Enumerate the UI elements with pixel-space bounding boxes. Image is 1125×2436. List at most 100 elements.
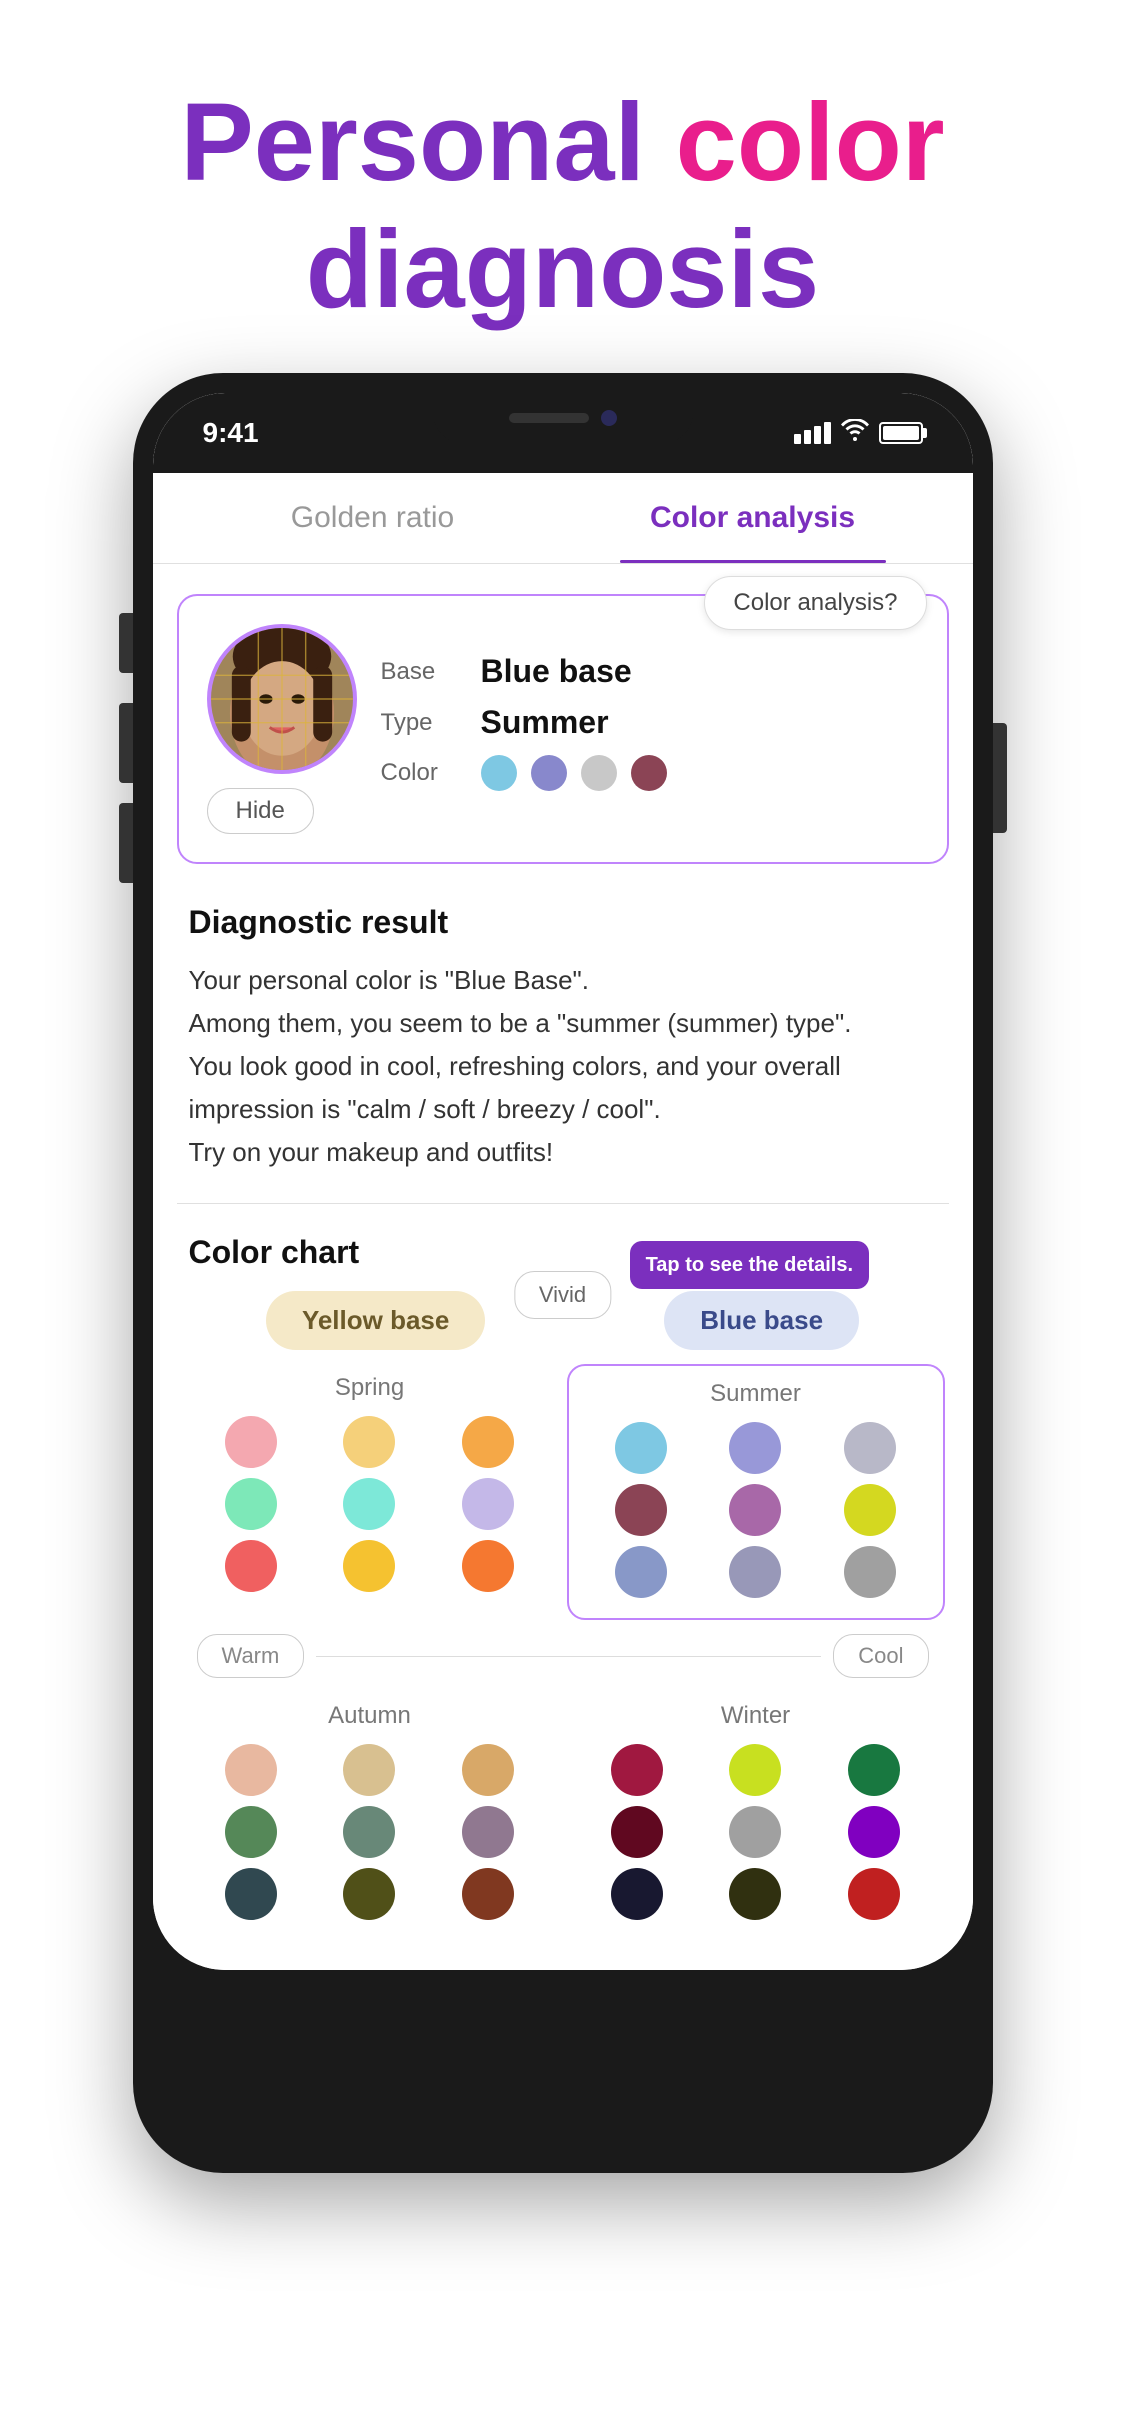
dot: [611, 1868, 663, 1920]
blue-base-label: Blue base Tap to see the details.: [664, 1291, 859, 1350]
winter-dots: [583, 1744, 929, 1920]
autumn-dots: [197, 1744, 543, 1920]
divider: [177, 1203, 949, 1204]
cool-label: Cool: [833, 1634, 928, 1678]
dot: [729, 1422, 781, 1474]
battery-icon: [879, 422, 923, 444]
dot: [848, 1868, 900, 1920]
vivid-label: Vivid: [514, 1271, 611, 1319]
color-swatch-3: [581, 755, 617, 791]
hero-diagnosis: diagnosis: [180, 207, 944, 334]
dot: [615, 1422, 667, 1474]
dot: [462, 1744, 514, 1796]
dot: [615, 1546, 667, 1598]
dot: [729, 1546, 781, 1598]
dot: [225, 1868, 277, 1920]
warm-label: Warm: [197, 1634, 305, 1678]
dot: [343, 1744, 395, 1796]
spring-label: Spring: [197, 1374, 543, 1402]
dot: [729, 1484, 781, 1536]
autumn-label: Autumn: [197, 1702, 543, 1730]
spring-dots: [197, 1416, 543, 1592]
hero-color: color: [645, 81, 945, 204]
status-bar: 9:41: [153, 393, 973, 473]
dot: [844, 1484, 896, 1536]
type-value: Summer: [481, 704, 609, 741]
base-value: Blue base: [481, 653, 632, 690]
dot: [225, 1806, 277, 1858]
hide-button[interactable]: Hide: [207, 788, 314, 834]
autumn-quad: Autumn: [177, 1688, 563, 1940]
axis-line: [316, 1656, 821, 1657]
season-grid: Spring: [177, 1360, 949, 1940]
notch: [433, 393, 693, 443]
dot: [343, 1806, 395, 1858]
summer-quad-highlighted: Summer: [567, 1364, 945, 1620]
tab-color-analysis[interactable]: Color analysis: [563, 473, 943, 563]
dot: [343, 1478, 395, 1530]
diagnostic-section: Diagnostic result Your personal color is…: [153, 884, 973, 1193]
dot: [729, 1868, 781, 1920]
color-swatch-1: [481, 755, 517, 791]
dot: [729, 1744, 781, 1796]
status-icons: [794, 419, 923, 448]
avatar: [207, 624, 357, 774]
power-button: [993, 723, 1007, 833]
winter-quad: Winter: [563, 1688, 949, 1940]
color-label: Color: [381, 759, 481, 787]
hero-personal: Personal: [180, 81, 645, 204]
dot: [611, 1806, 663, 1858]
dot: [225, 1416, 277, 1468]
hero-title: Personal color diagnosis: [120, 0, 1004, 373]
dot: [225, 1744, 277, 1796]
type-row: Type Summer: [381, 704, 919, 741]
diagnostic-title: Diagnostic result: [189, 904, 937, 941]
tap-tooltip: Tap to see the details.: [630, 1241, 869, 1289]
dot: [343, 1868, 395, 1920]
phone-screen: 9:41: [153, 393, 973, 1970]
dot: [848, 1744, 900, 1796]
status-time: 9:41: [203, 417, 259, 449]
base-label: Base: [381, 658, 481, 686]
color-swatches: [481, 755, 667, 791]
dot: [462, 1806, 514, 1858]
dot: [611, 1744, 663, 1796]
tab-golden-ratio[interactable]: Golden ratio: [183, 473, 563, 563]
summer-label: Summer: [589, 1380, 923, 1408]
front-camera: [601, 410, 617, 426]
silent-button: [119, 803, 133, 883]
dot: [729, 1806, 781, 1858]
warm-cool-axis: Warm Cool: [177, 1624, 949, 1688]
dot: [225, 1478, 277, 1530]
yellow-base-label: Yellow base: [266, 1291, 485, 1350]
wifi-icon: [841, 419, 869, 448]
dot: [462, 1416, 514, 1468]
dot: [462, 1478, 514, 1530]
dot: [343, 1540, 395, 1592]
diagnostic-text: Your personal color is "Blue Base". Amon…: [189, 959, 937, 1173]
page-wrapper: Personal color diagnosis 9:41: [0, 0, 1125, 2213]
color-swatch-4: [631, 755, 667, 791]
dot: [615, 1484, 667, 1536]
phone-content: Golden ratio Color analysis Color analys…: [153, 473, 973, 1970]
phone-mockup: 9:41: [133, 373, 993, 2173]
dot: [844, 1422, 896, 1474]
type-label: Type: [381, 709, 481, 737]
tab-bar: Golden ratio Color analysis: [153, 473, 973, 564]
summer-dots: [589, 1422, 923, 1598]
color-analysis-button[interactable]: Color analysis?: [704, 576, 926, 630]
dot: [462, 1868, 514, 1920]
spring-quad: Spring: [177, 1360, 563, 1624]
dot: [844, 1546, 896, 1598]
winter-label: Winter: [583, 1702, 929, 1730]
avatar-wrap: Hide: [207, 624, 357, 834]
color-swatch-2: [531, 755, 567, 791]
chart-section: Color chart Yellow base Vivid Blue base …: [153, 1214, 973, 1970]
base-row: Base Blue base: [381, 653, 919, 690]
signal-icon: [794, 422, 831, 444]
color-row: Color: [381, 755, 919, 791]
result-info: Base Blue base Type Summer Color: [381, 653, 919, 805]
dot: [225, 1540, 277, 1592]
dot: [462, 1540, 514, 1592]
volume-down-button: [119, 703, 133, 783]
